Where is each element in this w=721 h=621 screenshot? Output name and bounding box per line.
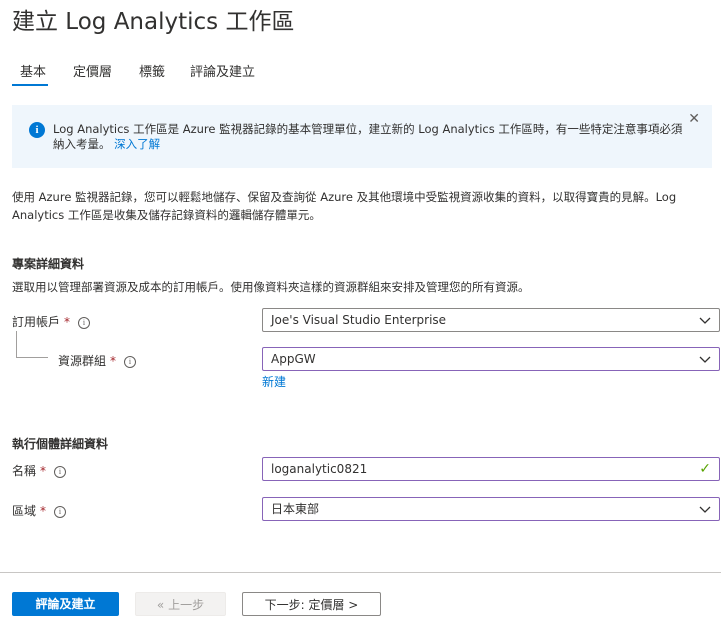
workspace-name-value: loganalytic0821 bbox=[271, 462, 368, 476]
active-tab-indicator bbox=[12, 84, 48, 86]
subscription-label: 訂用帳戶 * i bbox=[12, 313, 91, 330]
chevron-down-icon bbox=[699, 506, 711, 513]
region-value: 日本東部 bbox=[271, 502, 320, 516]
subscription-dropdown[interactable]: Joe's Visual Studio Enterprise bbox=[262, 308, 720, 332]
learn-more-link[interactable]: 深入了解 bbox=[114, 137, 160, 151]
create-new-resource-group-link[interactable]: 新建 bbox=[262, 373, 286, 390]
name-label: 名稱 * i bbox=[12, 462, 67, 479]
workspace-name-input[interactable]: loganalytic0821 ✓ bbox=[262, 457, 720, 481]
required-marker: * bbox=[40, 464, 47, 478]
checkmark-icon: ✓ bbox=[699, 461, 711, 477]
info-circle-icon[interactable]: i bbox=[54, 506, 67, 518]
info-circle-icon[interactable]: i bbox=[124, 356, 137, 368]
info-circle-icon[interactable]: i bbox=[78, 317, 91, 329]
name-label-text: 名稱 bbox=[12, 464, 37, 478]
required-marker: * bbox=[110, 354, 117, 368]
project-details-heading: 專案詳細資料 bbox=[12, 257, 85, 271]
chevron-down-icon bbox=[699, 317, 711, 324]
previous-button[interactable]: « 上一步 bbox=[135, 592, 226, 616]
info-banner: i Log Analytics 工作區是 Azure 監視器記錄的基本管理單位，… bbox=[12, 105, 712, 168]
tree-connector-line bbox=[16, 357, 48, 358]
chevron-down-icon bbox=[699, 356, 711, 363]
subscription-value: Joe's Visual Studio Enterprise bbox=[271, 313, 447, 327]
region-label: 區域 * i bbox=[12, 502, 67, 519]
resource-group-label-text: 資源群組 bbox=[58, 354, 107, 368]
tab-tags[interactable]: 標籤 bbox=[139, 61, 165, 80]
info-circle-icon[interactable]: i bbox=[54, 466, 67, 478]
tab-basics[interactable]: 基本 bbox=[20, 61, 46, 80]
info-banner-text: Log Analytics 工作區是 Azure 監視器記錄的基本管理單位，建立… bbox=[53, 122, 683, 152]
required-marker: * bbox=[64, 315, 71, 329]
info-icon: i bbox=[29, 122, 45, 138]
review-create-button[interactable]: 評論及建立 bbox=[12, 592, 119, 616]
project-details-subtext: 選取用以管理部署資源及成本的訂用帳戶。使用像資料夾這樣的資源群組來安排及管理您的… bbox=[12, 280, 530, 294]
resource-group-dropdown[interactable]: AppGW bbox=[262, 347, 720, 371]
subscription-label-text: 訂用帳戶 bbox=[12, 315, 61, 329]
region-label-text: 區域 bbox=[12, 504, 37, 518]
region-dropdown[interactable]: 日本東部 bbox=[262, 497, 720, 521]
page-description: 使用 Azure 監視器記錄，您可以輕鬆地儲存、保留及查詢從 Azure 及其他… bbox=[12, 190, 677, 222]
close-icon[interactable]: ✕ bbox=[688, 111, 700, 127]
tab-pricing-tier[interactable]: 定價層 bbox=[73, 61, 112, 80]
resource-group-label: 資源群組 * i bbox=[58, 352, 137, 369]
tree-connector-line bbox=[16, 331, 17, 357]
instance-details-heading: 執行個體詳細資料 bbox=[12, 437, 109, 451]
required-marker: * bbox=[40, 504, 47, 518]
footer-divider bbox=[0, 572, 721, 573]
page-title: 建立 Log Analytics 工作區 bbox=[12, 9, 295, 35]
next-pricing-tier-button[interactable]: 下一步: 定價層 > bbox=[242, 592, 381, 616]
tab-review-create[interactable]: 評論及建立 bbox=[190, 61, 255, 80]
resource-group-value: AppGW bbox=[271, 352, 316, 366]
